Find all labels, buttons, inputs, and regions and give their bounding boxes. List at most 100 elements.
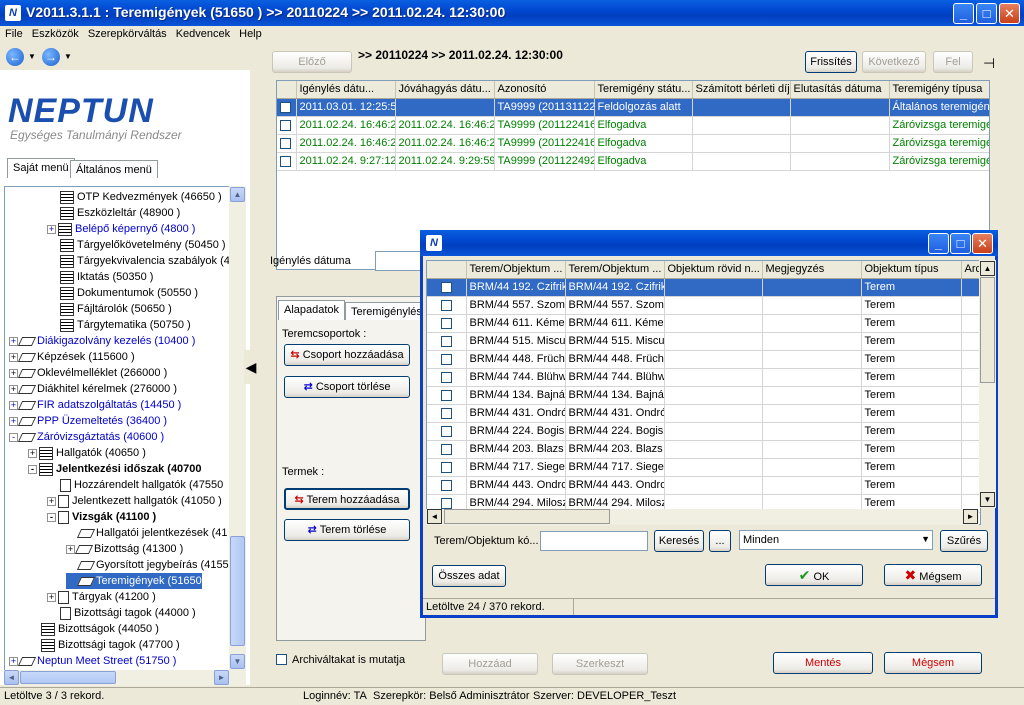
tree-item[interactable]: Bizottsági tagok (47700 ) <box>28 637 180 653</box>
rooms-scroll-right-icon[interactable]: ► <box>963 509 978 524</box>
row-checkbox-cell[interactable] <box>277 98 297 117</box>
cancel-button[interactable]: Mégsem <box>884 652 982 674</box>
row-checkbox[interactable] <box>440 407 452 419</box>
prev-button[interactable]: Előző <box>272 51 352 73</box>
row-checkbox-cell[interactable] <box>427 296 467 315</box>
row-checkbox-cell[interactable] <box>427 458 467 477</box>
tree-item[interactable]: + Jelentkezett hallgatók (41050 ) <box>47 493 222 509</box>
dialog-minimize-button[interactable]: _ <box>928 233 949 254</box>
forward-dropdown-icon[interactable]: ▼ <box>64 52 72 61</box>
tree-item[interactable]: Bizottságok (44050 ) <box>28 621 159 637</box>
tree-item[interactable]: Tárgyekvivalencia szabályok (49950 <box>47 253 229 269</box>
title-bar[interactable]: N V2011.3.1.1 : Teremigények (51650 ) >>… <box>0 0 1024 26</box>
expand-toggle-icon[interactable]: + <box>66 544 75 554</box>
table-row[interactable]: BRM/44 192. Czifrik BRM/44 192. Czifrik Te… <box>427 278 980 297</box>
table-row[interactable]: 2011.03.01. 12:25:5 TA9999 (201131122 Feld… <box>277 98 989 117</box>
row-checkbox-cell[interactable] <box>277 134 297 153</box>
delete-group-button[interactable]: ⇄ Csoport törlése <box>284 376 410 398</box>
rooms-scroll-up-icon[interactable]: ▲ <box>980 261 995 276</box>
row-checkbox[interactable] <box>440 353 452 365</box>
column-header-select[interactable] <box>277 81 297 99</box>
row-checkbox-cell[interactable] <box>427 404 467 423</box>
expand-toggle-icon[interactable]: + <box>47 592 56 602</box>
row-checkbox[interactable] <box>440 479 452 491</box>
tree-item[interactable]: Fájltárolók (50650 ) <box>47 301 172 317</box>
row-checkbox[interactable] <box>280 155 291 167</box>
scroll-right-icon[interactable]: ► <box>214 670 229 685</box>
add-room-button[interactable]: ⇆ Terem hozzáadása <box>284 488 410 510</box>
tree-item[interactable]: + Oklevélmelléklet (266000 ) <box>9 365 167 381</box>
tree-item[interactable]: + Diákhitel kérelmek (276000 ) <box>9 381 177 397</box>
edit-button[interactable]: Szerkeszt <box>552 653 648 675</box>
maximize-button[interactable]: □ <box>976 3 997 24</box>
back-arrow-icon[interactable]: ← <box>6 48 24 66</box>
column-header[interactable]: Terem/Objektum ... <box>466 261 566 279</box>
expand-toggle-icon[interactable]: + <box>9 368 18 378</box>
tab-sajat-menu[interactable]: Saját menü <box>7 158 75 178</box>
filter-button[interactable]: Szűrés <box>940 530 988 552</box>
archived-checkbox[interactable] <box>276 654 287 665</box>
tab-alapadatok[interactable]: Alapadatok <box>278 300 346 320</box>
column-header[interactable]: Objektum rövid n... <box>664 261 763 279</box>
row-checkbox[interactable] <box>440 443 452 455</box>
table-row[interactable]: BRM/44 224. Bogisi BRM/44 224. Bogisi Tere… <box>427 422 980 441</box>
tree-item[interactable]: Bizottsági tagok (44000 ) <box>47 605 196 621</box>
rooms-scroll-down-icon[interactable]: ▼ <box>980 492 995 507</box>
rooms-vertical-scrollbar[interactable]: ▲ ▼ <box>979 260 996 508</box>
row-checkbox[interactable] <box>440 425 452 437</box>
column-header[interactable]: Azonosító <box>494 81 595 99</box>
delete-room-button[interactable]: ⇄ Terem törlése <box>284 519 410 541</box>
collapse-panel-icon[interactable]: ◀ <box>244 350 258 384</box>
tab-altalanos-menu[interactable]: Általános menü <box>70 160 158 178</box>
table-row[interactable]: BRM/44 611. Kémei BRM/44 611. Kémei Terem <box>427 314 980 333</box>
tree-item[interactable]: + FIR adatszolgáltatás (14450 ) <box>9 397 181 413</box>
expand-toggle-icon[interactable]: + <box>9 336 18 346</box>
row-checkbox-cell[interactable] <box>427 332 467 351</box>
row-checkbox-cell[interactable] <box>427 440 467 459</box>
add-button[interactable]: Hozzáad <box>442 653 538 675</box>
column-header[interactable]: Objektum típus <box>861 261 962 279</box>
menu-szerepkorvaltas[interactable]: Szerepkörváltás <box>83 26 171 40</box>
row-checkbox-cell[interactable] <box>427 368 467 387</box>
room-search-input[interactable] <box>540 531 648 551</box>
table-row[interactable]: 2011.02.24. 16:46:2 2011.02.24. 16:46:2 TA… <box>277 134 989 153</box>
expand-toggle-icon[interactable]: + <box>9 352 18 362</box>
scroll-up-icon[interactable]: ▲ <box>230 187 245 202</box>
rooms-scroll-thumb[interactable] <box>980 277 995 383</box>
rooms-hscroll-thumb[interactable] <box>444 509 610 524</box>
minimize-button[interactable]: _ <box>953 3 974 24</box>
tree-item[interactable]: Tárgyelőkövetelmény (50450 ) <box>47 237 226 253</box>
row-checkbox-cell[interactable] <box>427 314 467 333</box>
tree-item[interactable]: + Diákigazolvány kezelés (10400 ) <box>9 333 195 349</box>
tree-item[interactable]: Tárgytematika (50750 ) <box>47 317 191 333</box>
tree-item[interactable]: Iktatás (50350 ) <box>47 269 153 285</box>
table-row[interactable]: BRM/44 443. Ondro BRM/44 443. Ondro Terem <box>427 476 980 495</box>
column-header[interactable]: Teremigény típusa <box>889 81 989 99</box>
tree-item[interactable]: - Záróvizsgáztatás (40600 ) <box>9 429 164 445</box>
all-data-button[interactable]: Összes adat <box>432 565 506 587</box>
dialog-maximize-button[interactable]: □ <box>950 233 971 254</box>
tree-item[interactable]: + Tárgyak (41200 ) <box>47 589 156 605</box>
menu-kedvencek[interactable]: Kedvencek <box>171 26 234 40</box>
row-checkbox[interactable] <box>440 389 452 401</box>
tree-item[interactable]: Hozzárendelt hallgatók (47550 <box>47 477 223 493</box>
row-checkbox[interactable] <box>440 335 452 347</box>
column-header[interactable]: Megjegyzés <box>762 261 862 279</box>
expand-toggle-icon[interactable]: + <box>9 384 18 394</box>
column-header[interactable]: Terem/Objektum ... <box>565 261 665 279</box>
expand-toggle-icon[interactable]: + <box>47 224 56 234</box>
table-row[interactable]: BRM/44 134. Bajná BRM/44 134. Bajná Terem <box>427 386 980 405</box>
row-checkbox[interactable] <box>440 497 452 509</box>
row-checkbox[interactable] <box>440 371 452 383</box>
tree-item[interactable]: - Jelentkezési időszak (40700 <box>28 461 202 477</box>
dialog-close-button[interactable]: ✕ <box>972 233 993 254</box>
tree-item[interactable]: + Neptun Meet Street (51750 ) <box>9 653 176 669</box>
row-checkbox-cell[interactable] <box>427 350 467 369</box>
refresh-button[interactable]: Frissítés <box>805 51 857 73</box>
chevron-down-icon[interactable]: ▼ <box>921 534 930 544</box>
tree-item[interactable]: Teremigények (51650 <box>66 573 202 589</box>
row-checkbox-cell[interactable] <box>427 476 467 495</box>
rooms-horizontal-scrollbar[interactable]: ◄ ► <box>426 509 979 525</box>
row-checkbox-cell[interactable] <box>427 422 467 441</box>
tree-item[interactable]: Eszközleltár (48900 ) <box>47 205 180 221</box>
